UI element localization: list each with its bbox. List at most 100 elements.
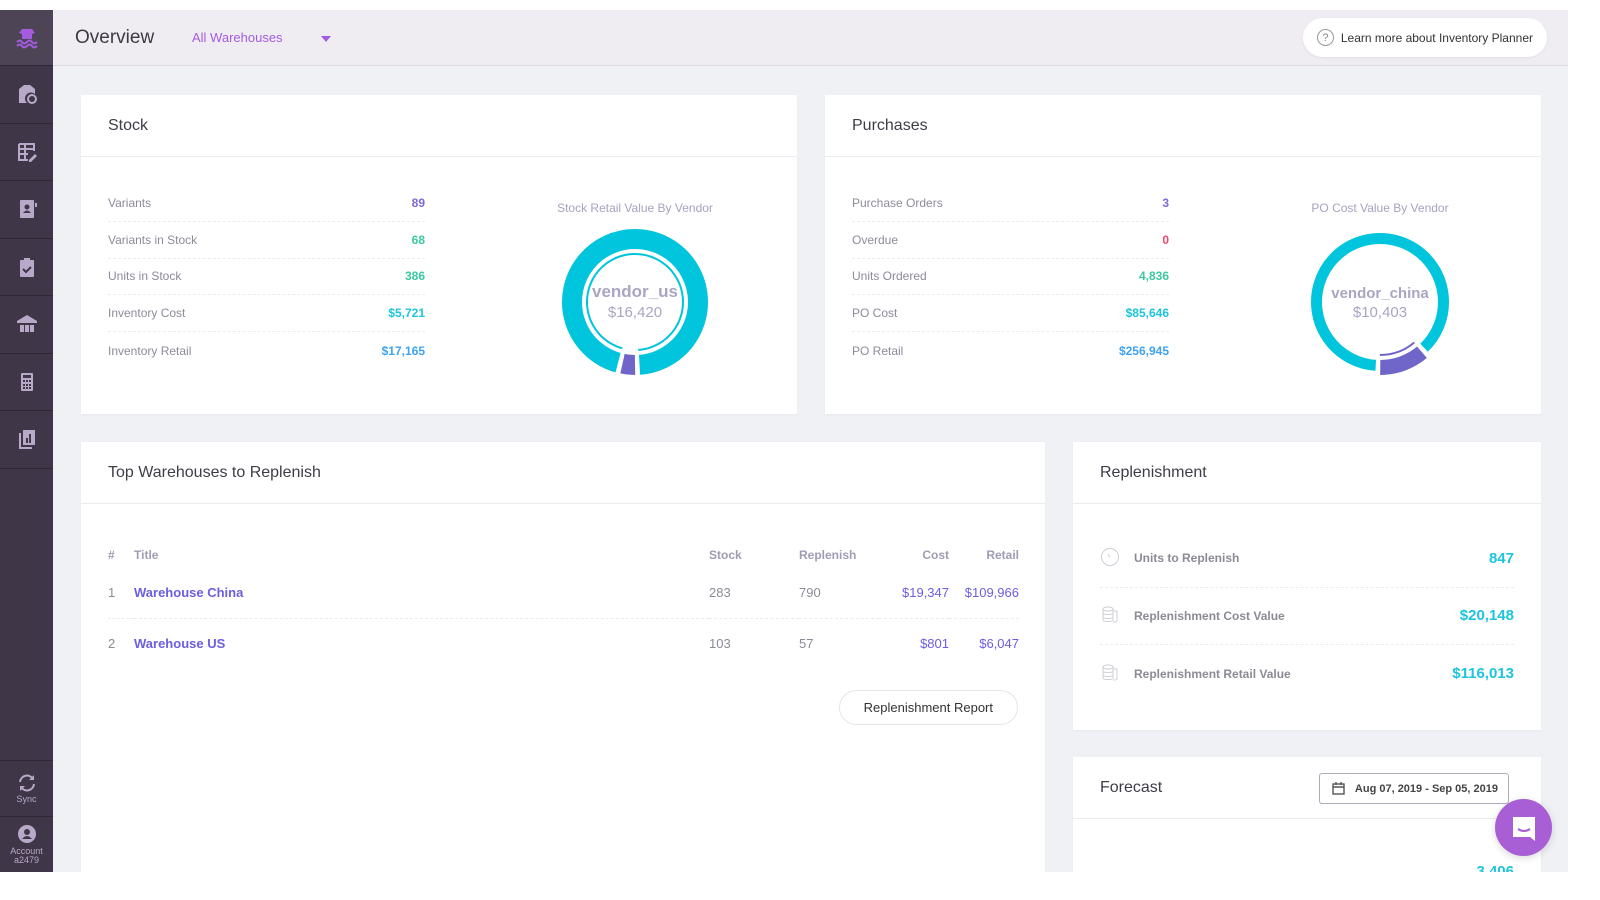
forecast-card: Forecast Aug 07, 2019 - Sep 05, 2019 3,4… — [1073, 757, 1541, 872]
stat-row: Variants 89 — [108, 185, 425, 222]
warehouse-icon[interactable] — [0, 296, 53, 354]
stat-value: 0 — [1162, 232, 1169, 247]
calendar-icon — [1332, 782, 1345, 795]
row-replenish: 790 — [799, 567, 879, 619]
warehouse-select[interactable]: All Warehouses — [192, 30, 283, 45]
col-title: Title — [134, 547, 159, 562]
col-num: # — [108, 547, 115, 562]
center-value: $16,420 — [607, 304, 663, 321]
chevron-down-icon[interactable] — [321, 36, 331, 42]
row-cost: $801 — [920, 636, 949, 652]
replenishment-value: 847 — [1488, 549, 1514, 567]
stat-value: 4,836 — [1138, 269, 1169, 284]
purchases-card: Purchases Purchase Orders 3 Overdue 0 Units … — [825, 95, 1541, 414]
replenishment-card: Replenishment Units to Replenish 847 Reple… — [1073, 442, 1541, 730]
header: Overview All Warehouses ? Learn more abou… — [53, 10, 1568, 66]
row-num: 1 — [108, 567, 134, 619]
coins-icon — [1100, 662, 1134, 685]
stat-value: $256,945 — [1118, 343, 1169, 358]
stat-row: Inventory Retail $17,165 — [108, 332, 425, 369]
row-stock: 283 — [709, 567, 799, 619]
logo-icon[interactable] — [0, 10, 53, 66]
stat-value: 68 — [411, 232, 425, 247]
calculator-icon[interactable] — [0, 354, 53, 411]
stat-value: 89 — [411, 195, 425, 210]
col-retail: Retail — [986, 547, 1019, 562]
replenishment-row: Units to Replenish 847 — [1100, 530, 1514, 588]
account-icon — [17, 825, 36, 843]
stat-label: Variants — [108, 195, 152, 210]
date-range-label: Aug 07, 2019 - Sep 05, 2019 — [1354, 782, 1498, 795]
warehouses-table: # Title Stock Replenish Cost Retail 1 War… — [108, 542, 1019, 669]
purchases-title: Purchases — [825, 95, 1541, 157]
chat-button[interactable] — [1495, 799, 1552, 856]
app: Sync Account a2479 Overview All Warehouse… — [0, 10, 1568, 872]
replenishment-label: Replenishment Cost Value — [1134, 608, 1285, 623]
account-button[interactable]: Account a2479 — [0, 816, 53, 872]
learn-more-label: Learn more about Inventory Planner — [1340, 30, 1533, 45]
purchases-stats: Purchase Orders 3 Overdue 0 Units Ordered 4,8… — [852, 185, 1169, 369]
col-stock: Stock — [709, 547, 742, 562]
reports-icon[interactable] — [0, 411, 53, 469]
sync-label: Sync — [16, 793, 37, 804]
forecast-partial-value: 3,406 — [1476, 863, 1514, 872]
stat-row: PO Retail $256,945 — [852, 332, 1169, 369]
date-range-picker[interactable]: Aug 07, 2019 - Sep 05, 2019 — [1318, 773, 1509, 804]
stat-label: Units Ordered — [852, 269, 927, 284]
replenishment-row: Replenishment Cost Value $20,148 — [1100, 588, 1514, 645]
stat-label: Variants in Stock — [108, 232, 198, 247]
learn-more-button[interactable]: ? Learn more about Inventory Planner — [1302, 18, 1547, 57]
replenishment-label: Replenishment Retail Value — [1134, 666, 1291, 681]
stock-donut-center: vendor_us $16,420 — [555, 282, 715, 321]
top-warehouses-card: Top Warehouses to Replenish # Title Stoc… — [81, 442, 1045, 872]
stat-label: PO Retail — [852, 343, 904, 358]
table-edit-icon[interactable] — [0, 124, 53, 181]
col-cost: Cost — [922, 547, 949, 562]
row-num: 2 — [108, 636, 116, 652]
replenishment-stats: Units to Replenish 847 Replenishment Cost … — [1100, 530, 1514, 703]
table-row: 2 Warehouse US 103 57 $801 $6,047 — [108, 618, 1019, 669]
coins-icon — [1100, 604, 1134, 627]
stat-row: Variants in Stock 68 — [108, 222, 425, 259]
row-retail: $6,047 — [979, 636, 1019, 652]
clipboard-check-icon[interactable] — [0, 239, 53, 296]
page-title: Overview — [75, 27, 155, 48]
stat-value: $17,165 — [381, 343, 425, 358]
row-cost: $19,347 — [879, 567, 949, 619]
stat-row: Overdue 0 — [852, 222, 1169, 259]
stat-row: PO Cost $85,646 — [852, 295, 1169, 333]
po-chart-title: PO Cost Value By Vendor — [1311, 201, 1449, 215]
center-value: $10,403 — [1352, 304, 1408, 321]
top-warehouses-title: Top Warehouses to Replenish — [81, 442, 1045, 504]
stat-label: PO Cost — [852, 306, 898, 321]
warehouse-link[interactable]: Warehouse China — [134, 567, 709, 619]
chat-icon — [1512, 816, 1535, 841]
stat-label: Purchase Orders — [852, 195, 943, 210]
stat-label: Inventory Retail — [108, 343, 192, 358]
stock-stats: Variants 89 Variants in Stock 68 Units in St… — [108, 185, 425, 369]
sidebar: Sync Account a2479 — [0, 10, 53, 872]
stat-row: Units Ordered 4,836 — [852, 259, 1169, 296]
replenishment-value: $116,013 — [1452, 665, 1514, 683]
stat-value: $85,646 — [1125, 306, 1169, 321]
stat-row: Units in Stock 386 — [108, 259, 425, 296]
replenishment-title: Replenishment — [1073, 442, 1541, 504]
stock-title: Stock — [81, 95, 797, 157]
stat-value: 386 — [404, 269, 425, 284]
box-refresh-icon[interactable] — [0, 66, 53, 124]
sync-icon — [18, 774, 35, 791]
stopwatch-icon — [1100, 547, 1134, 570]
stat-label: Inventory Cost — [108, 306, 186, 321]
sync-button[interactable]: Sync — [0, 760, 53, 816]
col-replenish: Replenish — [799, 547, 857, 562]
center-name: vendor_china — [1331, 285, 1429, 302]
contact-book-icon[interactable] — [0, 181, 53, 239]
replenishment-label: Units to Replenish — [1134, 551, 1240, 566]
replenishment-report-button[interactable]: Replenishment Report — [838, 690, 1018, 725]
po-donut-center: vendor_china $10,403 — [1300, 285, 1460, 321]
help-icon: ? — [1316, 29, 1334, 46]
stat-label: Overdue — [852, 232, 899, 247]
warehouse-link[interactable]: Warehouse US — [134, 618, 709, 669]
row-stock: 103 — [709, 636, 731, 652]
account-id: a2479 — [13, 855, 40, 865]
